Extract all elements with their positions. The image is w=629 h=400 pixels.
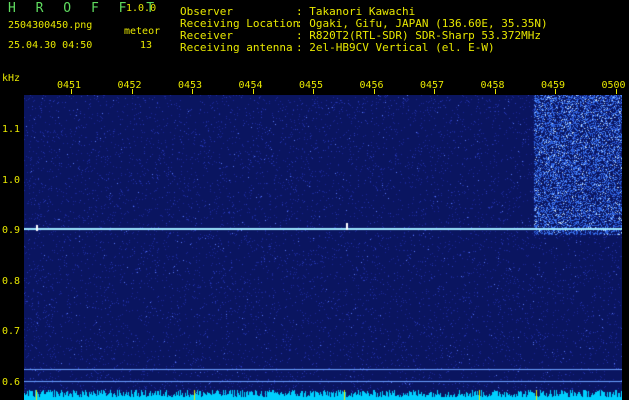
time-tick-mark — [313, 89, 314, 94]
receiver-value: : R820T2(RTL-SDR) SDR-Sharp 53.372MHz — [296, 29, 542, 42]
freq-unit-label: kHz — [2, 73, 21, 84]
meteor-label: meteor — [124, 26, 161, 37]
time-tick-mark — [252, 89, 254, 94]
time-tick-label: 0451 — [57, 80, 82, 91]
time-tick-mark — [71, 89, 72, 94]
time-tick-label: 0454 — [238, 80, 263, 91]
file-name: 2504300450.png — [8, 20, 93, 31]
spectrogram-canvas — [24, 95, 622, 400]
time-tick-mark — [555, 89, 556, 94]
time-tick-mark — [434, 89, 435, 94]
antenna-value: : 2el-HB9CV Vertical (el. E-W) — [296, 41, 495, 54]
freq-tick-label: 0.6 — [2, 376, 21, 388]
time-tick-mark — [131, 89, 133, 94]
time-tick-mark — [192, 89, 193, 94]
receiver-label: Receiver — [180, 29, 233, 42]
time-tick-mark — [494, 89, 496, 94]
time-tick-label: 0455 — [299, 80, 324, 91]
time-tick-label: 0500 — [601, 80, 626, 91]
time-tick-label: 0459 — [541, 80, 566, 91]
time-tick-label: 0453 — [178, 80, 203, 91]
app-version: 1.0.0 — [126, 3, 157, 14]
time-tick-label: 0457 — [420, 80, 445, 91]
time-tick-label: 0458 — [480, 80, 505, 91]
header-panel: H R O F F T 1.0.0 2504300450.png 25.04.3… — [0, 0, 629, 78]
location-label: Receiving Location — [180, 17, 300, 30]
time-tick-mark — [373, 89, 375, 94]
time-tick-label: 0456 — [359, 80, 384, 91]
meteor-count: 13 — [140, 40, 153, 51]
location-value: : Ogaki, Gifu, JAPAN (136.60E, 35.35N) — [296, 17, 548, 30]
freq-tick-label: 0.7 — [2, 326, 21, 337]
observer-label: Observer — [180, 5, 233, 18]
freq-tick-label: 1.0 — [2, 174, 21, 186]
antenna-label: Receiving antenna — [180, 41, 293, 54]
time-tick-label: 0452 — [117, 80, 142, 91]
observer-value: : Takanori Kawachi — [296, 5, 416, 18]
spectrogram-plot — [24, 95, 622, 400]
freq-tick-label: 0.8 — [2, 275, 21, 287]
freq-tick-label: 0.9 — [2, 225, 21, 236]
freq-tick-label: 1.1 — [2, 124, 21, 135]
time-tick-mark — [615, 89, 617, 94]
date-time: 25.04.30 04:50 — [8, 40, 93, 51]
